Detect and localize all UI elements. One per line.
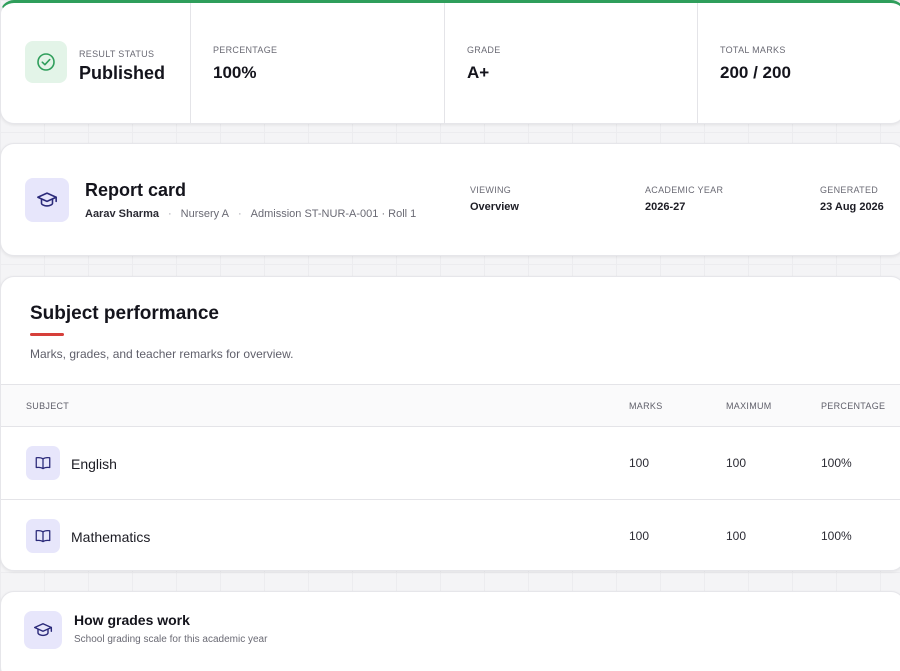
grade-value: A+	[467, 63, 490, 82]
title-accent-bar	[30, 333, 64, 336]
how-grades-work-card[interactable]: How grades work School grading scale for…	[0, 591, 900, 671]
table-row[interactable]: English 100 100 100%	[1, 427, 900, 500]
subject-name: Mathematics	[71, 529, 151, 545]
academic-year-label: ACADEMIC YEAR	[645, 185, 724, 195]
total-marks-value: 200 / 200	[720, 63, 791, 82]
column-percentage: PERCENTAGE	[821, 401, 886, 411]
generated-value: 23 Aug 2026	[820, 201, 884, 213]
percentage-stat: PERCENTAGE 100%	[191, 3, 445, 123]
generated-field: GENERATED 23 Aug 2026	[820, 185, 884, 213]
student-name: Aarav Sharma	[85, 207, 159, 220]
grade-stat: GRADE A+	[445, 3, 698, 123]
report-card-header: Report card Aarav Sharma · Nursery A · A…	[0, 143, 900, 256]
column-marks: MARKS	[629, 401, 663, 411]
subject-percentage: 100%	[821, 456, 852, 470]
section-title: Subject performance	[30, 303, 219, 324]
grades-title: How grades work	[74, 612, 190, 628]
column-subject: SUBJECT	[26, 401, 70, 411]
meta-separator: ·	[168, 207, 172, 220]
student-meta: Aarav Sharma · Nursery A · Admission ST-…	[85, 208, 470, 220]
generated-label: GENERATED	[820, 185, 879, 195]
subject-percentage: 100%	[821, 529, 852, 543]
grades-subtitle: School grading scale for this academic y…	[74, 634, 268, 645]
book-open-icon	[26, 519, 60, 553]
viewing-value: Overview	[470, 201, 519, 213]
graduation-cap-icon	[24, 611, 62, 649]
table-header: SUBJECT MARKS MAXIMUM PERCENTAGE	[1, 384, 900, 427]
total-marks-label: TOTAL MARKS	[720, 45, 786, 55]
result-summary-card: RESULT STATUS Published PERCENTAGE 100% …	[0, 0, 900, 124]
subject-performance-card: Subject performance Marks, grades, and t…	[0, 276, 900, 571]
class-name: Nursery A	[180, 207, 229, 220]
viewing-label: VIEWING	[470, 185, 512, 195]
report-card-title: Report card	[85, 179, 187, 200]
grade-label: GRADE	[467, 45, 501, 55]
academic-year-value: 2026-27	[645, 201, 686, 213]
admission-info: Admission ST-NUR-A-001 · Roll 1	[250, 207, 417, 220]
percentage-label: PERCENTAGE	[213, 45, 278, 55]
result-status-stat: RESULT STATUS Published	[1, 3, 191, 123]
graduation-cap-icon	[25, 177, 69, 222]
book-open-icon	[26, 446, 60, 480]
report-card-main: Report card Aarav Sharma · Nursery A · A…	[85, 180, 470, 220]
subject-name: English	[71, 456, 117, 472]
total-marks-stat: TOTAL MARKS 200 / 200	[698, 3, 900, 123]
viewing-field: VIEWING Overview	[470, 185, 519, 213]
academic-year-field: ACADEMIC YEAR 2026-27	[645, 185, 723, 213]
meta-separator: ·	[237, 207, 242, 220]
column-maximum: MAXIMUM	[726, 401, 772, 411]
check-circle-icon	[25, 41, 67, 83]
section-subtitle: Marks, grades, and teacher remarks for o…	[30, 347, 294, 361]
subject-marks: 100	[629, 529, 650, 543]
subject-maximum: 100	[726, 529, 747, 543]
percentage-value: 100%	[213, 63, 257, 82]
result-status-label: RESULT STATUS	[79, 49, 155, 59]
subject-maximum: 100	[726, 456, 747, 470]
table-row[interactable]: Mathematics 100 100 100%	[1, 500, 900, 570]
result-status-value: Published	[79, 63, 166, 83]
subject-marks: 100	[629, 456, 650, 470]
